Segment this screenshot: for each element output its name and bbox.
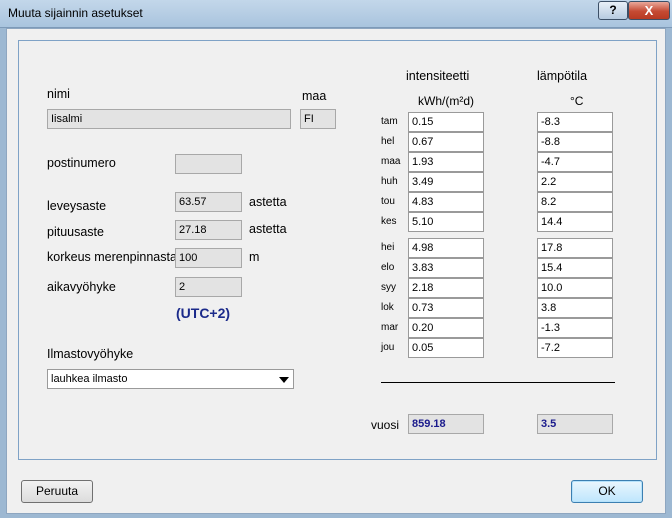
intensity-field[interactable]: 5.10: [408, 212, 484, 232]
postal-code-label: postinumero: [47, 156, 116, 170]
month-label: jou: [381, 342, 395, 353]
climate-zone-label: Ilmastovyöhyke: [47, 347, 134, 361]
dialog-body: nimi Iisalmi maa FI postinumero leveysas…: [6, 28, 666, 514]
intensity-field[interactable]: 4.83: [408, 192, 484, 212]
temperature-field[interactable]: -1.3: [537, 318, 613, 338]
intensity-field[interactable]: 3.49: [408, 172, 484, 192]
country-label: maa: [302, 89, 327, 103]
temperature-header: lämpötila: [537, 69, 588, 83]
intensity-field[interactable]: 2.18: [408, 278, 484, 298]
temperature-field[interactable]: 2.2: [537, 172, 613, 192]
title-bar: Muuta sijainnin asetukset ? X: [0, 0, 672, 28]
temperature-field[interactable]: 8.2: [537, 192, 613, 212]
month-label: hei: [381, 242, 395, 253]
longitude-field[interactable]: 27.18: [175, 220, 242, 240]
temperature-field[interactable]: 10.0: [537, 278, 613, 298]
altitude-unit: m: [249, 250, 260, 264]
year-temperature-field: 3.5: [537, 414, 613, 434]
month-label: huh: [381, 176, 398, 187]
latitude-unit: astetta: [249, 195, 287, 209]
climate-zone-value: lauhkea ilmasto: [51, 373, 128, 385]
month-label: mar: [381, 322, 399, 333]
month-label: tou: [381, 196, 395, 207]
intensity-unit: kWh/(m²d): [418, 94, 474, 108]
intensity-field[interactable]: 0.67: [408, 132, 484, 152]
help-button[interactable]: ?: [598, 1, 628, 20]
climate-zone-select[interactable]: lauhkea ilmasto: [47, 369, 294, 389]
longitude-unit: astetta: [249, 222, 287, 236]
ok-button[interactable]: OK: [571, 480, 643, 503]
temperature-field[interactable]: 3.8: [537, 298, 613, 318]
month-label: tam: [381, 116, 398, 127]
country-field[interactable]: FI: [300, 109, 336, 129]
chevron-down-icon[interactable]: [279, 377, 289, 383]
name-field[interactable]: Iisalmi: [47, 109, 291, 129]
intensity-field[interactable]: 3.83: [408, 258, 484, 278]
close-button[interactable]: X: [628, 1, 670, 20]
latitude-field[interactable]: 63.57: [175, 192, 242, 212]
timezone-label: aikavyöhyke: [47, 280, 116, 294]
month-label: elo: [381, 262, 395, 273]
year-intensity-field: 859.18: [408, 414, 484, 434]
month-label: maa: [381, 156, 401, 167]
temperature-field[interactable]: -4.7: [537, 152, 613, 172]
temperature-unit: °C: [570, 94, 584, 108]
intensity-field[interactable]: 1.93: [408, 152, 484, 172]
month-label: lok: [381, 302, 394, 313]
postal-code-field[interactable]: [175, 154, 242, 174]
temperature-field[interactable]: -7.2: [537, 338, 613, 358]
name-label: nimi: [47, 87, 70, 101]
timezone-field[interactable]: 2: [175, 277, 242, 297]
temperature-field[interactable]: -8.3: [537, 112, 613, 132]
intensity-field[interactable]: 0.20: [408, 318, 484, 338]
month-label: hel: [381, 136, 395, 147]
longitude-label: pituusaste: [47, 225, 104, 239]
temperature-field[interactable]: 17.8: [537, 238, 613, 258]
divider: [381, 382, 615, 383]
intensity-field[interactable]: 4.98: [408, 238, 484, 258]
month-label: syy: [381, 282, 396, 293]
temperature-field[interactable]: 15.4: [537, 258, 613, 278]
window-title: Muuta sijainnin asetukset: [8, 6, 143, 20]
intensity-field[interactable]: 0.73: [408, 298, 484, 318]
month-label: kes: [381, 216, 397, 227]
intensity-field[interactable]: 0.05: [408, 338, 484, 358]
timezone-display: (UTC+2): [176, 305, 231, 321]
latitude-label: leveysaste: [47, 199, 107, 213]
year-label: vuosi: [371, 418, 400, 432]
temperature-field[interactable]: 14.4: [537, 212, 613, 232]
settings-panel: nimi Iisalmi maa FI postinumero leveysas…: [18, 40, 657, 460]
intensity-header: intensiteetti: [406, 69, 470, 83]
cancel-button[interactable]: Peruuta: [21, 480, 93, 503]
intensity-field[interactable]: 0.15: [408, 112, 484, 132]
altitude-field[interactable]: 100: [175, 248, 242, 268]
altitude-label: korkeus merenpinnasta: [47, 250, 177, 264]
temperature-field[interactable]: -8.8: [537, 132, 613, 152]
